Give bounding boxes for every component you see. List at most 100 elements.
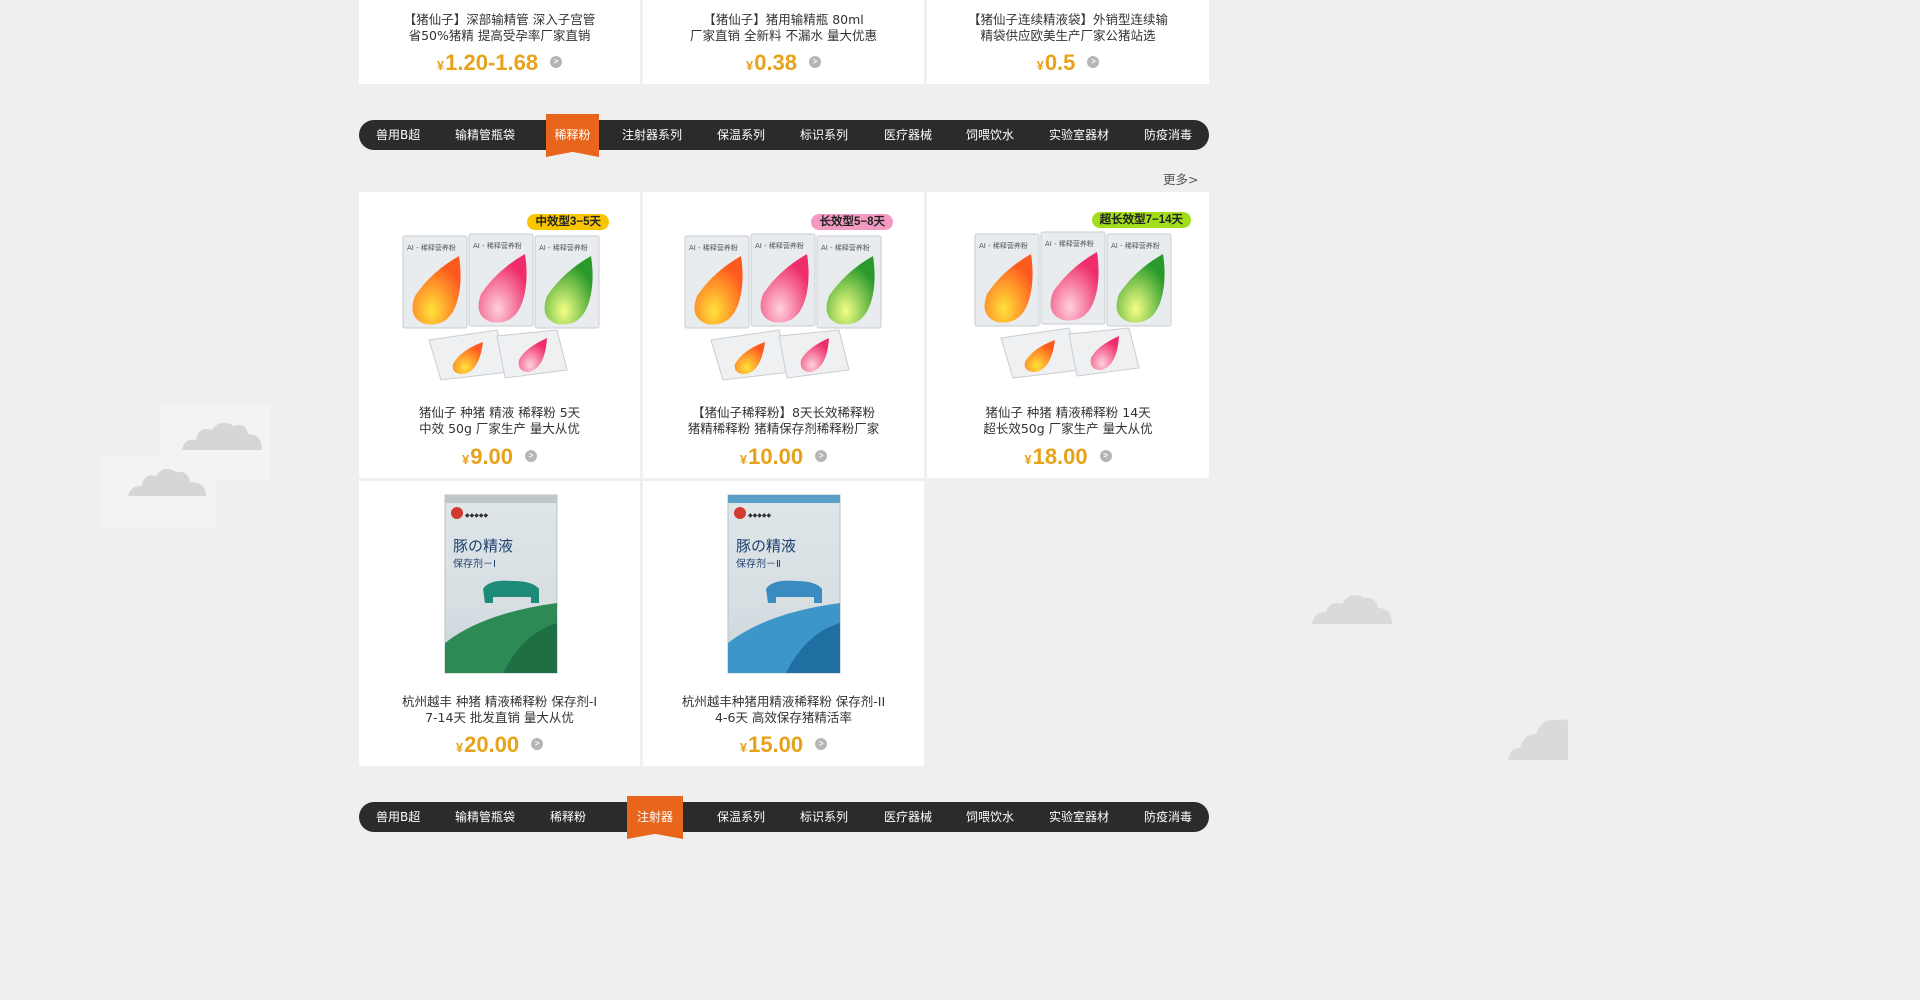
nav-item[interactable]: 饲喂饮水 [966,802,1014,832]
nav-item-active[interactable]: 注射器 [627,796,683,839]
title-line: 【猪仙子稀释粉】8天长效稀释粉 [692,405,875,420]
product-card[interactable]: 【猪仙子】猪用输精瓶 80ml 厂家直销 全新料 不漏水 量大优惠 ¥0.38 > [643,0,924,84]
title-line: 厂家直销 全新料 不漏水 量大优惠 [690,28,877,43]
nav-item[interactable]: 医疗器械 [884,120,932,150]
product-title[interactable]: 【猪仙子】猪用输精瓶 80ml 厂家直销 全新料 不漏水 量大优惠 [653,12,914,44]
bag-subtitle: 保存剂－Ⅱ [736,557,781,570]
diluent-powder-packets: AI - 稀释营养粉 AI - 稀释营养粉 AI - 稀释营养粉 [684,233,882,381]
title-line: 【猪仙子】猪用输精瓶 80ml [703,12,864,27]
product-card[interactable]: ◆◆◆◆◆ 豚の精液 保存剂－Ⅰ 杭州越丰 种猪 精液稀释粉 保存剂-I 7-1… [359,481,640,766]
title-line: 猪仙子 种猪 精液 稀释粉 5天 [418,405,581,420]
arrow-right-icon[interactable]: > [550,56,563,69]
product-image[interactable]: ◆◆◆◆◆ 豚の精液 保存剂－Ⅱ [726,493,842,675]
cloud-decoration [182,422,262,450]
arrow-right-icon[interactable]: > [531,738,544,751]
currency-symbol: ¥ [455,740,464,755]
packet-label: AI - 稀释营养粉 [689,243,738,252]
product-title[interactable]: 【猪仙子】深部输精管 深入子宫管 省50%猪精 提高受孕率厂家直销 [369,12,630,44]
svg-text:◆◆◆◆◆: ◆◆◆◆◆ [748,512,771,519]
title-line: 4-6天 高效保存猪精活率 [715,710,852,725]
arrow-right-icon[interactable]: > [815,738,828,751]
packet-label: AI - 稀释营养粉 [473,241,522,250]
nav-item[interactable]: 防疫消毒 [1144,802,1192,832]
title-line: 7-14天 批发直销 量大从优 [425,710,574,725]
currency-symbol: ¥ [745,58,754,73]
bag-name: 豚の精液 [736,537,796,555]
nav-item[interactable]: 保温系列 [717,120,765,150]
packet-label: AI - 稀释营养粉 [1111,241,1160,250]
price-value: 1.20-1.68 [445,50,539,75]
currency-symbol: ¥ [1036,58,1044,73]
product-title[interactable]: 杭州越丰种猪用精液稀释粉 保存剂-II 4-6天 高效保存猪精活率 [653,694,914,726]
currency-symbol: ¥ [461,452,470,467]
cloud-decoration [1508,719,1568,760]
nav-item[interactable]: 防疫消毒 [1144,120,1192,150]
nav-item[interactable]: 饲喂饮水 [966,120,1014,150]
category-nav: 兽用B超 输精管瓶袋 稀释粉 注射器系列 保温系列 标识系列 医疗器械 饲喂饮水… [359,114,1209,157]
title-line: 杭州越丰种猪用精液稀释粉 保存剂-II [681,694,886,709]
product-title[interactable]: 杭州越丰 种猪 精液稀释粉 保存剂-I 7-14天 批发直销 量大从优 [369,694,630,726]
currency-symbol: ¥ [739,740,748,755]
price-value: 0.5 [1044,50,1076,75]
nav-item-active[interactable]: 稀释粉 [546,114,599,157]
product-price: ¥15.00 > [643,732,924,761]
product-price: ¥20.00 > [359,732,640,761]
cloud-decoration [1312,595,1392,624]
product-card[interactable]: 【猪仙子连续精液袋】外销型连续输 精袋供应欧美生产厂家公猪站选 ¥0.5 > [927,0,1209,84]
price-value: 10.00 [748,444,804,469]
nav-item[interactable]: 输精管瓶袋 [455,802,515,832]
product-card[interactable]: ◆◆◆◆◆ 豚の精液 保存剂－Ⅱ 杭州越丰种猪用精液稀释粉 保存剂-II 4-6… [643,481,924,766]
title-line: 杭州越丰 种猪 精液稀释粉 保存剂-I [401,694,598,709]
svg-text:◆◆◆◆◆: ◆◆◆◆◆ [465,512,488,519]
product-card[interactable]: 中效型3−5天 AI - 稀释营养粉 AI - 稀释营养粉 AI - 稀释营养粉 [359,192,640,478]
nav-item[interactable]: 保温系列 [717,802,765,832]
arrow-right-icon[interactable]: > [815,450,828,463]
nav-item[interactable]: 稀释粉 [550,802,586,832]
nav-item[interactable]: 输精管瓶袋 [455,120,515,150]
product-card[interactable]: 【猪仙子】深部输精管 深入子宫管 省50%猪精 提高受孕率厂家直销 ¥1.20-… [359,0,640,84]
product-price: ¥0.38 > [643,50,924,79]
arrow-right-icon[interactable]: > [1099,450,1112,463]
product-card[interactable]: 超长效型7−14天 AI - 稀释营养粉 AI - 稀释营养粉 AI - 稀释营… [927,192,1209,478]
nav-item[interactable]: 实验室器材 [1049,120,1109,150]
product-price: ¥1.20-1.68 > [359,50,640,79]
packet-label: AI - 稀释营养粉 [755,241,804,250]
nav-item[interactable]: 医疗器械 [884,802,932,832]
title-line: 【猪仙子连续精液袋】外销型连续输 [967,12,1168,27]
category-nav-bottom: 兽用B超 输精管瓶袋 稀释粉 注射器 保温系列 标识系列 医疗器械 饲喂饮水 实… [359,796,1209,839]
product-card[interactable]: 长效型5−8天 AI - 稀释营养粉 AI - 稀释营养粉 AI - 稀释营养粉 [643,192,924,478]
cloud-decoration [128,468,206,496]
arrow-right-icon[interactable]: > [1087,56,1100,69]
nav-item[interactable]: 标识系列 [800,120,848,150]
product-price: ¥10.00 > [643,444,924,473]
product-price: ¥0.5 > [927,50,1209,79]
arrow-right-icon[interactable]: > [809,56,822,69]
currency-symbol: ¥ [1024,452,1032,467]
product-image[interactable]: AI - 稀释营养粉 AI - 稀释营养粉 AI - 稀释营养粉 [973,230,1173,380]
diluent-powder-packets: AI - 稀释营养粉 AI - 稀释营养粉 AI - 稀释营养粉 [402,233,600,381]
title-line: 超长效50g 厂家生产 量大从优 [983,421,1153,436]
nav-item[interactable]: 实验室器材 [1049,802,1109,832]
semen-preservative-bag: ◆◆◆◆◆ 豚の精液 保存剂－Ⅱ [727,494,841,674]
product-title[interactable]: 【猪仙子连续精液袋】外销型连续输 精袋供应欧美生产厂家公猪站选 [937,12,1199,44]
product-image[interactable]: ◆◆◆◆◆ 豚の精液 保存剂－Ⅰ [443,493,559,675]
nav-item[interactable]: 标识系列 [800,802,848,832]
nav-item[interactable]: 兽用B超 [376,120,420,150]
product-title[interactable]: 【猪仙子稀释粉】8天长效稀释粉 猪精稀释粉 猪精保存剂稀释粉厂家 [653,405,914,437]
arrow-right-icon[interactable]: > [525,450,538,463]
packet-label: AI - 稀释营养粉 [407,243,456,252]
product-title[interactable]: 猪仙子 种猪 精液 稀释粉 5天 中效 50g 厂家生产 量大从优 [369,405,630,437]
product-title[interactable]: 猪仙子 种猪 精液稀释粉 14天 超长效50g 厂家生产 量大从优 [937,405,1199,437]
diluent-powder-packets: AI - 稀释营养粉 AI - 稀释营养粉 AI - 稀释营养粉 [974,231,1172,379]
product-image[interactable]: AI - 稀释营养粉 AI - 稀释营养粉 AI - 稀释营养粉 [683,232,883,382]
product-price: ¥9.00 > [359,444,640,473]
semen-preservative-bag: ◆◆◆◆◆ 豚の精液 保存剂－Ⅰ [444,494,558,674]
title-line: 中效 50g 厂家生产 量大从优 [419,421,580,436]
nav-item[interactable]: 兽用B超 [376,802,420,832]
product-image[interactable]: AI - 稀释营养粉 AI - 稀释营养粉 AI - 稀释营养粉 [401,232,601,382]
nav-item[interactable]: 注射器系列 [622,120,682,150]
price-value: 15.00 [748,732,804,757]
duration-badge: 长效型5−8天 [811,214,893,230]
title-line: 猪仙子 种猪 精液稀释粉 14天 [985,405,1151,420]
packet-label: AI - 稀释营养粉 [821,243,870,252]
